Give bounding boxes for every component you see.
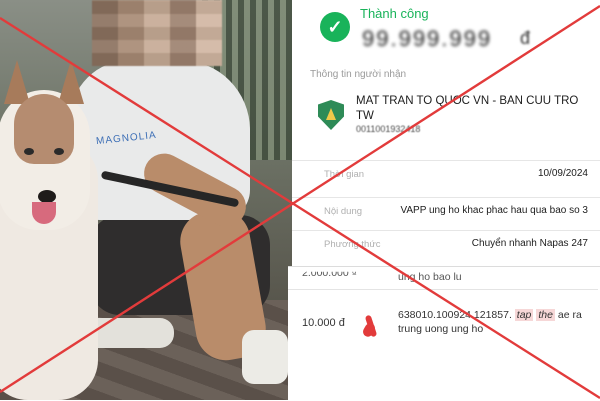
status-text: Thành công [360, 6, 429, 21]
detail-value: 10/09/2024 [537, 168, 588, 179]
recipient-card: MAT TRAN TO QUOC VN - BAN CUU TRO TW 001… [304, 88, 594, 140]
desc-suffix: ae ra [557, 309, 582, 321]
dog-eye-right [54, 148, 64, 155]
detail-value: VAPP ung ho khac phac hau qua bao so 3 [400, 205, 588, 216]
statement-description-partial: ung ho bao lu [398, 271, 462, 283]
detail-label: Nội dung [324, 206, 363, 217]
detail-label: Thời gian [324, 169, 365, 180]
detail-value: Chuyển nhanh Napas 247 [471, 238, 588, 249]
pixelated-face [92, 0, 222, 66]
statement-amount-partial: 2.000.000 ₫ [302, 267, 358, 279]
currency-symbol: đ [520, 28, 531, 48]
dog-face-mask [14, 94, 74, 164]
husky-dog [0, 60, 118, 400]
photo-person-with-dog: MAGNOLIA [0, 0, 292, 400]
statement-amount: 10.000 đ [302, 317, 345, 329]
statement-snippet: 2.000.000 ₫ ung ho bao lu 10.000 đ 63801… [288, 266, 600, 401]
detail-row-method: Phương thức Chuyển nhanh Napas 247 [292, 230, 600, 255]
check-circle-icon: ✓ [320, 12, 350, 42]
recipient-name: MAT TRAN TO QUOC VN - BAN CUU TRO TW [356, 95, 579, 122]
account-number: 0011001932418 [356, 124, 421, 134]
dog-ear-right [58, 60, 84, 104]
statement-divider [288, 289, 598, 290]
desc-highlight-2: the [536, 309, 555, 321]
desc-highlight-1: tap [514, 309, 534, 321]
dog-ear-left [4, 60, 30, 104]
detail-label: Phương thức [324, 239, 381, 250]
recipient-section-label: Thông tin người nhận [310, 69, 407, 80]
shoe-right [242, 330, 288, 384]
statement-description: 638010.100924.121857. tap the ae ra [398, 305, 598, 325]
transfer-amount: 99.999.999 [362, 26, 493, 51]
detail-row-content: Nội dung VAPP ung ho khac phac hau qua b… [292, 197, 600, 222]
statement-description-line2: trung uong ung ho [398, 323, 484, 335]
detail-row-time: Thời gian 10/09/2024 [292, 160, 600, 185]
dog-eye-left [24, 148, 34, 155]
red-checkmark-icon [364, 309, 382, 339]
desc-prefix: 638010.100924.121857. [398, 309, 512, 321]
